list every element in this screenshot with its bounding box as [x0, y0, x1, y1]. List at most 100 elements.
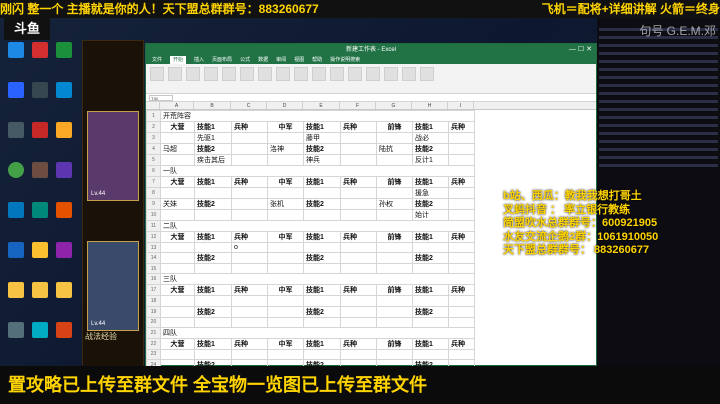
sheet-cell[interactable]: 前锋	[376, 231, 413, 243]
sheet-cell[interactable]	[376, 252, 413, 265]
section-title-cell[interactable]: 三队	[160, 273, 475, 286]
column-header[interactable]: E	[303, 102, 340, 109]
formula-bar[interactable]: T30	[146, 94, 596, 102]
sheet-cell[interactable]	[267, 132, 304, 144]
sheet-cell[interactable]	[448, 187, 475, 199]
column-header[interactable]: A	[160, 102, 194, 109]
sheet-cell[interactable]: 兵种	[448, 284, 475, 297]
ribbon-tab[interactable]: 开始	[170, 56, 187, 64]
sheet-cell[interactable]	[303, 187, 341, 199]
sheet-cell[interactable]	[376, 316, 413, 328]
sheet-cell[interactable]	[267, 154, 304, 166]
sheet-cell[interactable]	[160, 241, 195, 254]
sheet-cell[interactable]	[231, 187, 268, 199]
column-header[interactable]: C	[231, 102, 267, 109]
sheet-cell[interactable]	[194, 241, 232, 254]
sheet-cell[interactable]	[231, 198, 268, 210]
sheet-cell[interactable]	[303, 209, 341, 221]
sheet-cell[interactable]: 技能1	[194, 231, 232, 243]
sheet-cell[interactable]: 兵种	[231, 121, 268, 133]
number-format-button[interactable]	[258, 67, 272, 81]
sheet-cell[interactable]	[160, 263, 195, 275]
sheet-cell[interactable]: 技能1	[303, 284, 341, 297]
section-title-cell[interactable]: 开荒阵容	[160, 110, 475, 122]
sheet-cell[interactable]: 前锋	[376, 121, 413, 133]
hero-card[interactable]	[87, 111, 139, 201]
sheet-cell[interactable]	[194, 316, 232, 328]
format-button[interactable]	[366, 67, 380, 81]
sheet-cell[interactable]	[412, 316, 449, 328]
sheet-cell[interactable]: 中军	[267, 231, 304, 243]
sheet-cell[interactable]	[412, 263, 449, 275]
sheet-cell[interactable]	[231, 316, 268, 328]
row-header[interactable]: 4	[146, 143, 161, 155]
sheet-cell[interactable]	[412, 295, 449, 307]
app-icon[interactable]	[28, 202, 52, 219]
sheet-cell[interactable]	[231, 209, 268, 221]
sheet-cell[interactable]	[231, 132, 268, 144]
sheet-cell[interactable]	[160, 154, 195, 166]
sheet-cell[interactable]: 疾击其后	[194, 154, 232, 166]
app-icon[interactable]	[4, 322, 28, 339]
column-header[interactable]: B	[194, 102, 231, 109]
sheet-cell[interactable]: 兵种	[231, 337, 268, 350]
sheet-cell[interactable]	[160, 316, 195, 328]
sheet-cell[interactable]	[160, 348, 195, 360]
sheet-cell[interactable]: 兵种	[231, 176, 268, 188]
sheet-cell[interactable]	[412, 348, 449, 360]
sheet-cell[interactable]: 技能1	[412, 176, 449, 188]
sheet-cell[interactable]	[340, 132, 377, 144]
sheet-cell[interactable]	[448, 252, 475, 265]
row-header[interactable]: 23	[146, 348, 161, 360]
sheet-cell[interactable]	[267, 252, 304, 265]
sheet-cell[interactable]: 技能1	[194, 176, 232, 188]
sheet-cell[interactable]	[231, 154, 268, 166]
sheet-cell[interactable]	[448, 305, 475, 318]
sheet-cell[interactable]: 技能2	[303, 305, 341, 318]
row-header[interactable]: 21	[146, 326, 161, 339]
merge-button[interactable]	[240, 67, 254, 81]
sheet-cell[interactable]: 始计	[412, 209, 449, 221]
row-header[interactable]: 6	[146, 165, 161, 177]
app-icon[interactable]	[52, 162, 76, 179]
window-controls[interactable]: — ☐ ✕	[569, 44, 592, 56]
ribbon-tab[interactable]: 操作说明搜索	[330, 56, 360, 64]
sheet-cell[interactable]	[231, 305, 268, 318]
row-header[interactable]: 1	[146, 110, 161, 122]
sheet-cell[interactable]	[340, 241, 377, 254]
insert-button[interactable]	[330, 67, 344, 81]
sheet-cell[interactable]: 兵种	[340, 176, 377, 188]
sheet-cell[interactable]	[160, 209, 195, 221]
sort-button[interactable]	[402, 67, 416, 81]
row-header[interactable]: 10	[146, 209, 161, 221]
app-icon[interactable]	[28, 82, 52, 99]
sheet-cell[interactable]: 大营	[160, 284, 195, 297]
hero-card[interactable]	[87, 241, 139, 331]
sheet-cell[interactable]	[267, 241, 304, 254]
sheet-cell[interactable]: 兵种	[448, 121, 475, 133]
app-icon[interactable]	[28, 162, 52, 179]
sheet-cell[interactable]	[231, 295, 268, 307]
sheet-cell[interactable]: 大营	[160, 176, 195, 188]
sheet-cell[interactable]: 先驱1	[194, 132, 232, 144]
row-header[interactable]: 11	[146, 220, 161, 232]
column-header[interactable]: D	[267, 102, 303, 109]
sheet-cell[interactable]	[267, 263, 304, 275]
wrap-button[interactable]	[222, 67, 236, 81]
row-header[interactable]: 16	[146, 273, 161, 286]
sheet-cell[interactable]: 兵种	[448, 231, 475, 243]
sheet-cell[interactable]	[448, 154, 475, 166]
row-header[interactable]: 19	[146, 305, 161, 318]
sheet-cell[interactable]: 技能2	[303, 198, 341, 210]
sheet-cell[interactable]	[267, 209, 304, 221]
app-icon[interactable]	[4, 122, 28, 139]
app-icon[interactable]	[52, 202, 76, 219]
app-icon[interactable]	[4, 82, 28, 99]
row-header[interactable]: 2	[146, 121, 161, 133]
sheet-cell[interactable]	[376, 305, 413, 318]
font-button[interactable]	[168, 67, 182, 81]
row-header[interactable]: 22	[146, 337, 161, 350]
sheet-cell[interactable]: 技能1	[303, 337, 341, 350]
section-title-cell[interactable]: 二队	[160, 220, 475, 232]
edge-icon[interactable]	[4, 42, 28, 59]
